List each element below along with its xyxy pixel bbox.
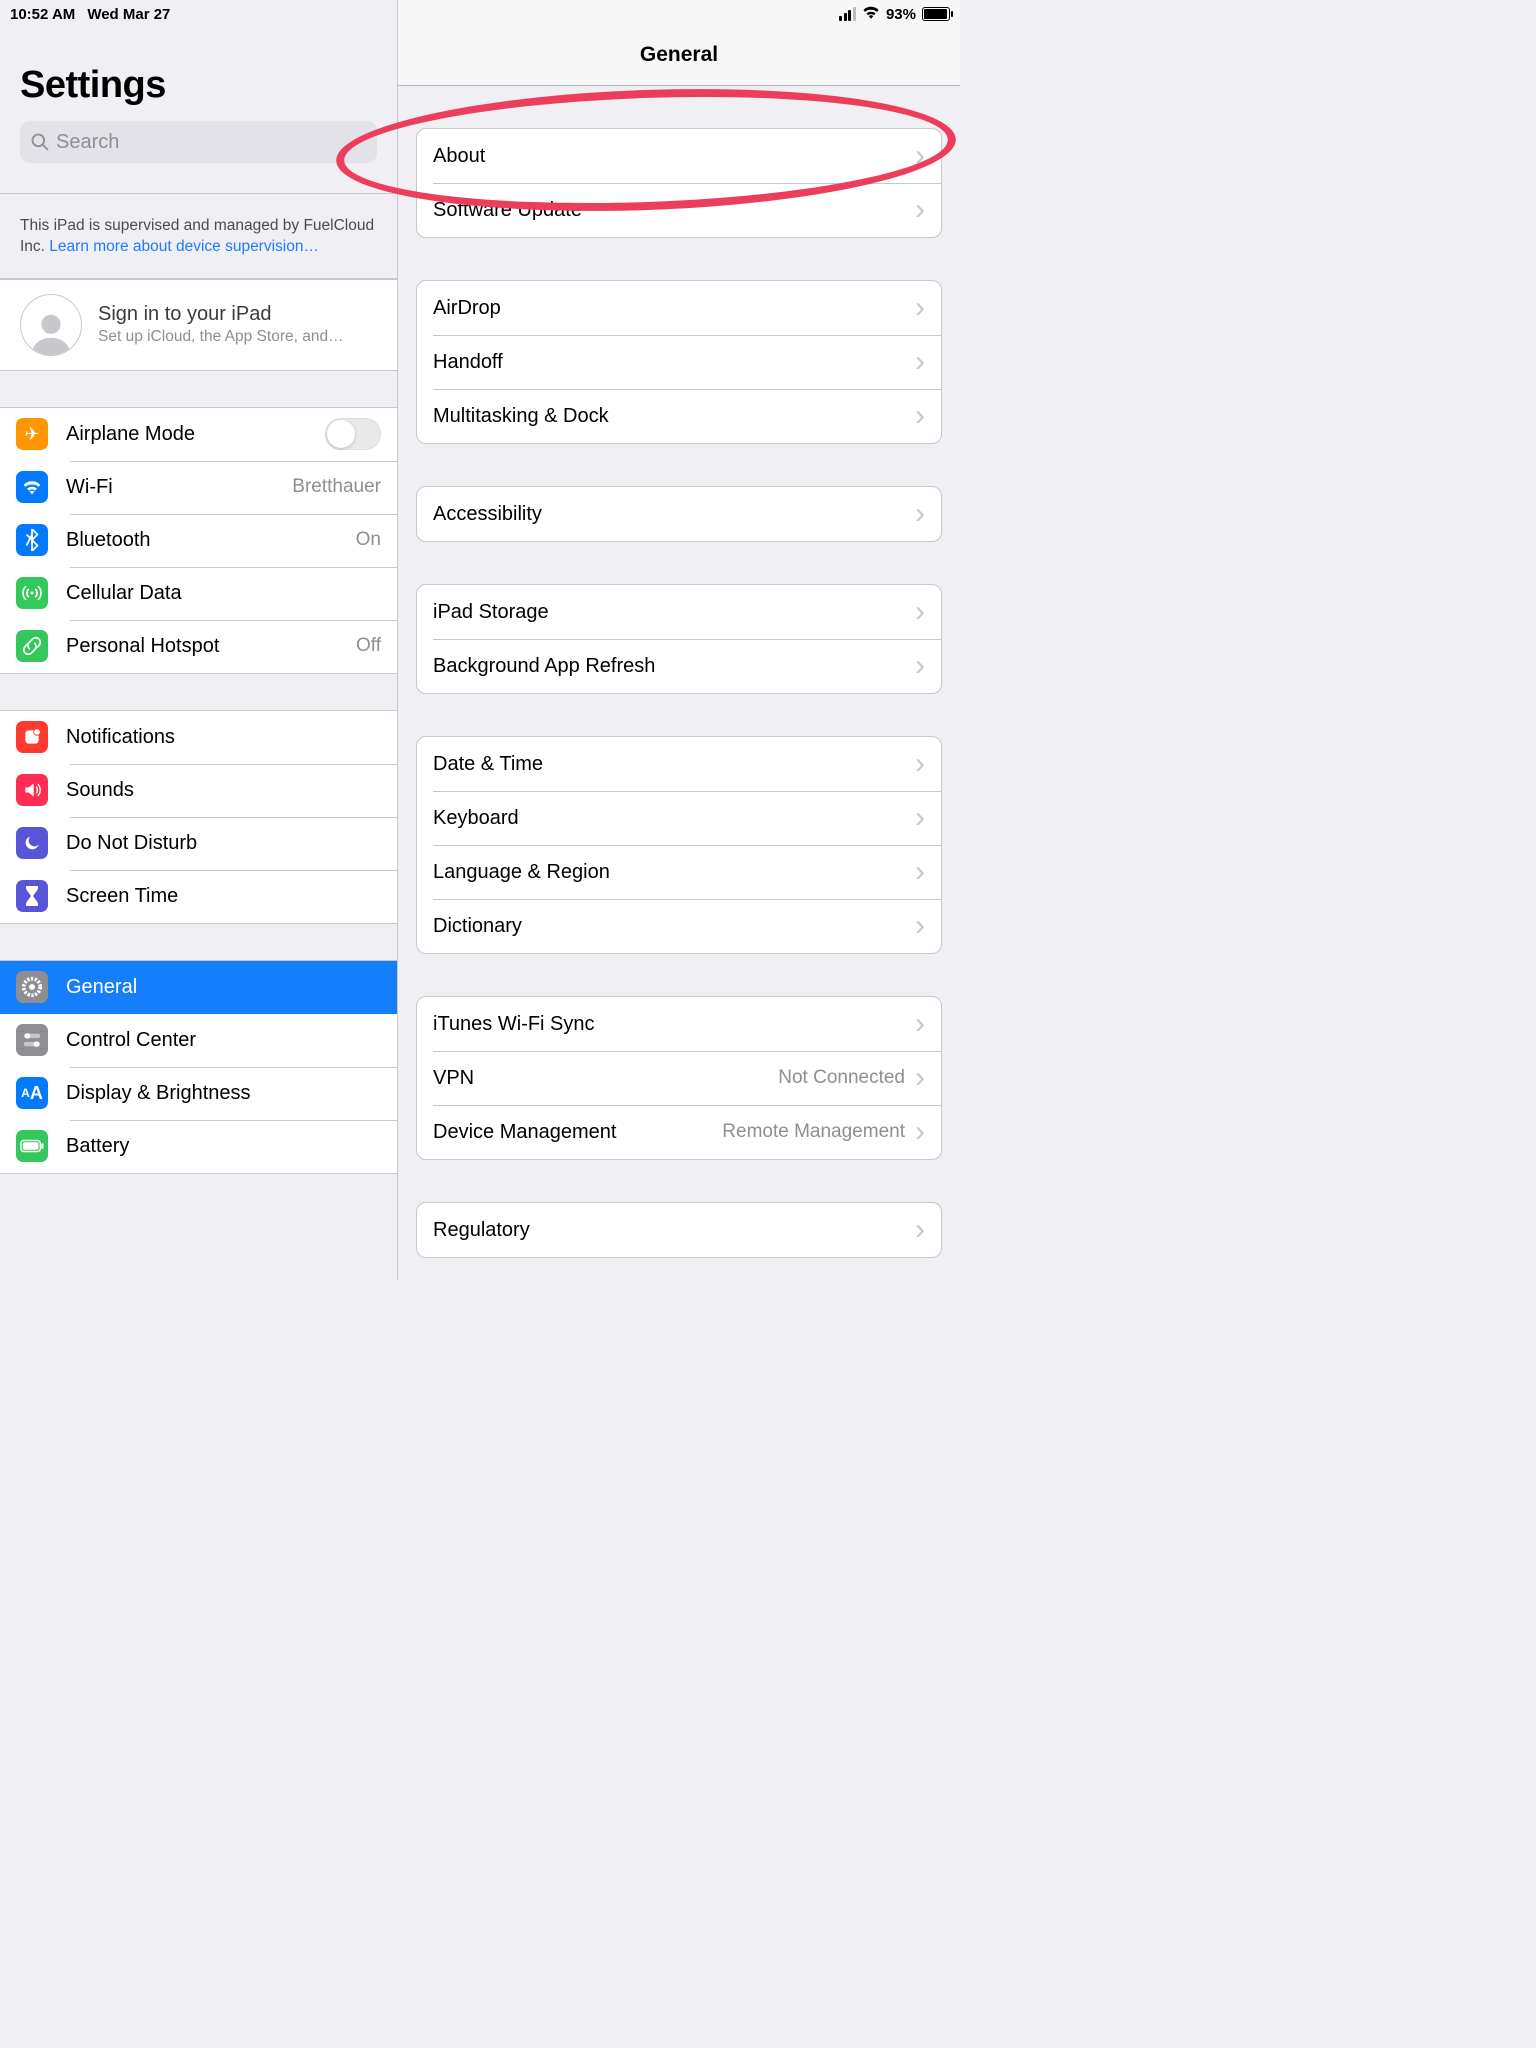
chevron-right-icon: ›	[915, 499, 925, 529]
chevron-right-icon: ›	[915, 293, 925, 323]
switches-icon	[16, 1024, 48, 1056]
airplane-icon: ✈︎	[16, 418, 48, 450]
detail-title: General	[640, 43, 718, 67]
sidebar-item-notifications[interactable]: Notifications	[0, 711, 397, 764]
sidebar-item-display[interactable]: AA Display & Brightness	[0, 1067, 397, 1120]
page-title: Settings	[20, 64, 377, 107]
sidebar-item-airplane-mode[interactable]: ✈︎ Airplane Mode	[0, 408, 397, 461]
chevron-right-icon: ›	[915, 195, 925, 225]
detail-group-about: About› Software Update›	[416, 128, 942, 238]
chevron-right-icon: ›	[915, 347, 925, 377]
gear-icon	[16, 971, 48, 1003]
chevron-right-icon: ›	[915, 1063, 925, 1093]
sidebar-item-dnd[interactable]: Do Not Disturb	[0, 817, 397, 870]
detail-item-software-update[interactable]: Software Update›	[417, 183, 941, 237]
detail-group-regulatory: Regulatory›	[416, 1202, 942, 1258]
detail-group-locale: Date & Time› Keyboard› Language & Region…	[416, 736, 942, 954]
sidebar-group-connectivity: ✈︎ Airplane Mode Wi-Fi Bretthauer Blueto…	[0, 407, 397, 674]
detail-item-dictionary[interactable]: Dictionary›	[417, 899, 941, 953]
chevron-right-icon: ›	[915, 857, 925, 887]
cellular-signal-icon	[839, 7, 856, 21]
battery-icon	[922, 7, 950, 21]
detail-item-language[interactable]: Language & Region›	[417, 845, 941, 899]
detail-item-about[interactable]: About›	[417, 129, 941, 183]
detail-item-ipad-storage[interactable]: iPad Storage›	[417, 585, 941, 639]
detail-pane: General About› Software Update› AirDrop›…	[398, 0, 960, 1280]
chevron-right-icon: ›	[915, 749, 925, 779]
detail-item-itunes-sync[interactable]: iTunes Wi-Fi Sync›	[417, 997, 941, 1051]
signin-title: Sign in to your iPad	[98, 303, 344, 326]
detail-group-management: iTunes Wi-Fi Sync› VPNNot Connected› Dev…	[416, 996, 942, 1160]
moon-icon	[16, 827, 48, 859]
search-placeholder: Search	[56, 131, 119, 154]
detail-item-regulatory[interactable]: Regulatory›	[417, 1203, 941, 1257]
search-input[interactable]: Search	[20, 121, 377, 163]
antenna-icon	[16, 577, 48, 609]
link-icon	[16, 630, 48, 662]
chevron-right-icon: ›	[915, 803, 925, 833]
search-icon	[30, 132, 50, 152]
chevron-right-icon: ›	[915, 597, 925, 627]
status-date: Wed Mar 27	[87, 6, 170, 23]
sidebar-item-sounds[interactable]: Sounds	[0, 764, 397, 817]
sidebar-item-hotspot[interactable]: Personal Hotspot Off	[0, 620, 397, 673]
sidebar-item-control-center[interactable]: Control Center	[0, 1014, 397, 1067]
avatar-icon	[20, 294, 82, 356]
chevron-right-icon: ›	[915, 401, 925, 431]
chevron-right-icon: ›	[915, 1117, 925, 1147]
sidebar-item-screen-time[interactable]: Screen Time	[0, 870, 397, 923]
battery-percentage: 93%	[886, 6, 916, 23]
wifi-icon	[862, 5, 880, 24]
chevron-right-icon: ›	[915, 911, 925, 941]
chevron-right-icon: ›	[915, 1215, 925, 1245]
sidebar-group-notifications: Notifications Sounds Do Not Disturb Scre…	[0, 710, 397, 924]
chevron-right-icon: ›	[915, 651, 925, 681]
detail-item-handoff[interactable]: Handoff›	[417, 335, 941, 389]
sign-in-row[interactable]: Sign in to your iPad Set up iCloud, the …	[0, 279, 397, 371]
text-size-icon: AA	[16, 1077, 48, 1109]
sidebar-item-general[interactable]: General	[0, 961, 397, 1014]
status-bar: 10:52 AM Wed Mar 27 93%	[0, 0, 960, 28]
wifi-icon	[16, 471, 48, 503]
detail-group-airdrop: AirDrop› Handoff› Multitasking & Dock›	[416, 280, 942, 444]
detail-item-device-mgmt[interactable]: Device ManagementRemote Management›	[417, 1105, 941, 1159]
speaker-icon	[16, 774, 48, 806]
settings-sidebar: Settings Search This iPad is supervised …	[0, 0, 398, 1280]
battery-icon	[16, 1130, 48, 1162]
status-time: 10:52 AM	[10, 6, 75, 23]
sidebar-item-bluetooth[interactable]: Bluetooth On	[0, 514, 397, 567]
detail-item-bg-refresh[interactable]: Background App Refresh›	[417, 639, 941, 693]
sidebar-item-battery[interactable]: Battery	[0, 1120, 397, 1173]
supervision-note: This iPad is supervised and managed by F…	[0, 194, 397, 279]
detail-item-keyboard[interactable]: Keyboard›	[417, 791, 941, 845]
hourglass-icon	[16, 880, 48, 912]
sidebar-item-cellular[interactable]: Cellular Data	[0, 567, 397, 620]
signin-subtitle: Set up iCloud, the App Store, and…	[98, 328, 344, 346]
supervision-link[interactable]: Learn more about device supervision…	[49, 238, 319, 255]
detail-item-vpn[interactable]: VPNNot Connected›	[417, 1051, 941, 1105]
detail-item-accessibility[interactable]: Accessibility›	[417, 487, 941, 541]
detail-group-storage: iPad Storage› Background App Refresh›	[416, 584, 942, 694]
sidebar-item-wifi[interactable]: Wi-Fi Bretthauer	[0, 461, 397, 514]
chevron-right-icon: ›	[915, 1009, 925, 1039]
airplane-toggle[interactable]	[325, 418, 381, 450]
bluetooth-icon	[16, 524, 48, 556]
detail-item-multitasking[interactable]: Multitasking & Dock›	[417, 389, 941, 443]
bell-icon	[16, 721, 48, 753]
detail-item-airdrop[interactable]: AirDrop›	[417, 281, 941, 335]
sidebar-group-device: General Control Center AA Display & Brig…	[0, 960, 397, 1174]
chevron-right-icon: ›	[915, 141, 925, 171]
detail-group-accessibility: Accessibility›	[416, 486, 942, 542]
detail-item-date-time[interactable]: Date & Time›	[417, 737, 941, 791]
